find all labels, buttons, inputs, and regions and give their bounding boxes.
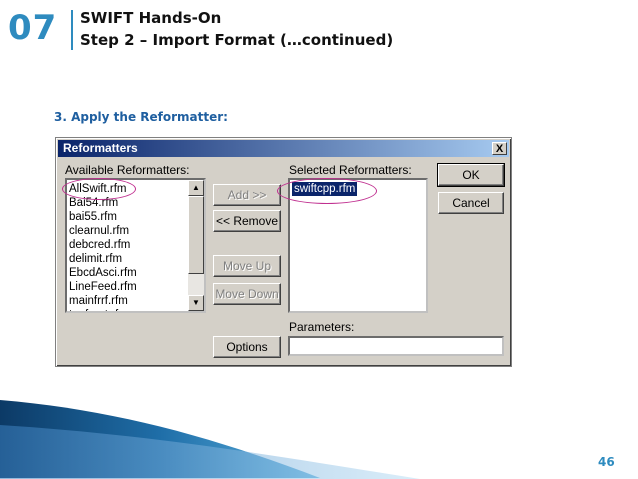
highlight-oval-selected [277,178,377,204]
scroll-thumb[interactable] [188,196,204,274]
add-button[interactable]: Add >> [213,184,281,206]
list-item[interactable]: clearnul.rfm [69,224,129,238]
list-item[interactable]: tagfront.rfm [69,308,128,311]
reformatters-dialog: Reformatters X Available Reformatters: A… [55,137,512,367]
slide-number: 07 [8,8,58,48]
header-divider [71,10,73,50]
move-down-button[interactable]: Move Down [213,283,281,305]
cancel-button[interactable]: Cancel [438,192,504,214]
available-reformatters-label: Available Reformatters: [65,163,190,177]
options-button[interactable]: Options [213,336,281,358]
move-up-button[interactable]: Move Up [213,255,281,277]
scroll-down-arrow-icon[interactable]: ▼ [188,295,204,311]
list-item[interactable]: debcred.rfm [69,238,130,252]
decorative-swoosh [0,400,420,479]
close-button[interactable]: X [492,142,507,155]
highlight-oval-available [62,178,136,200]
list-item[interactable]: mainfrrf.rfm [69,294,128,308]
page-number: 46 [598,455,615,469]
parameters-input[interactable] [288,336,504,356]
parameters-label: Parameters: [289,320,355,334]
remove-button[interactable]: << Remove [213,210,281,232]
selected-reformatters-label: Selected Reformatters: [289,163,412,177]
dialog-title: Reformatters [63,141,138,155]
ok-button[interactable]: OK [437,163,505,187]
list-item[interactable]: LineFeed.rfm [69,280,137,294]
list-item[interactable]: bai55.rfm [69,210,117,224]
step-heading: 3. Apply the Reformatter: [54,110,228,124]
slide-title: SWIFT Hands-On [80,9,222,27]
dialog-titlebar: Reformatters X [58,140,509,157]
slide-subtitle: Step 2 – Import Format (…continued) [80,31,394,49]
scroll-up-arrow-icon[interactable]: ▲ [188,180,204,196]
available-list-scrollbar[interactable]: ▲ ▼ [188,180,204,311]
list-item[interactable]: EbcdAsci.rfm [69,266,137,280]
list-item[interactable]: delimit.rfm [69,252,122,266]
